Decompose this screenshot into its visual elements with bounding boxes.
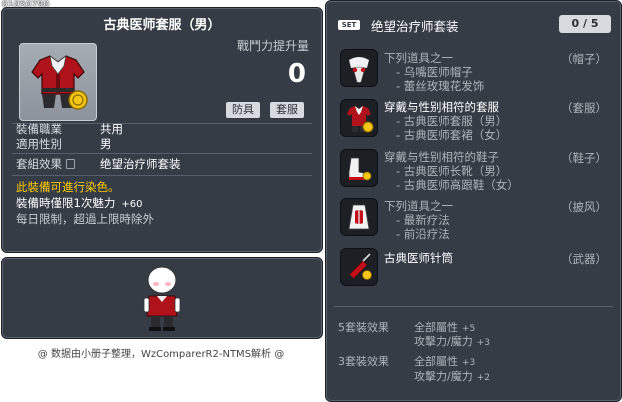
set-piece-option: - 古典医师套裙（女） [396,128,508,142]
divider [12,153,312,154]
set-effect-stat: 攻擊力/魔力 +3 [414,333,490,349]
set-piece-text: 下列道具之一 - 乌嘴医师帽子 - 蕾丝玫瑰花发饰 [384,51,484,93]
set-piece-head: 下列道具之一 [384,51,453,65]
set-piece-option: - 古典医师长靴（男） [396,164,508,178]
set-piece-category: （武器） [561,252,607,266]
set-piece-text: 穿戴与性别相符的鞋子 - 古典医师长靴（男） - 古典医师高跟鞋（女） [384,150,519,192]
set-name: 绝望治疗师套装 [371,19,459,34]
dye-notice: 此裝備可進行染色。 [16,180,120,194]
item-icon-frame [19,43,97,121]
divider [334,306,613,307]
gender-row: 適用性別 男 [16,136,112,152]
set-effect-count-label: 5套裝效果 [338,321,389,334]
power-value: 0 [287,59,306,89]
set-effect-stat: 全部屬性 +3 [414,353,475,369]
set-piece-icon-frame [340,49,378,87]
stat-value: +3 [462,358,476,368]
tag-armor: 防具 [226,102,260,118]
gender-label: 適用性別 [16,137,62,151]
limit-text: 每日限制，超過上限時除外 [16,212,154,226]
set-badge: SET [338,20,360,30]
set-piece-category: （套服） [561,101,607,115]
charm-value: +60 [121,199,143,210]
tag-overall: 套服 [270,102,304,118]
set-panel: SET 绝望治疗师套装 0 / 5 下列道具之一 - 乌嘴医师帽子 - 蕾丝玫瑰… [325,0,622,402]
set-count: 0 / 5 [559,15,611,33]
set-piece-option: - 古典医师套服（男） [396,114,508,128]
set-piece-head: 下列道具之一 [384,199,453,213]
set-piece-icon-frame [340,99,378,137]
set-piece-icon-frame [340,198,378,236]
set-piece-option: - 乌嘴医师帽子 [396,65,473,79]
set-piece-category: （鞋子） [561,151,607,165]
set-effect-row: 套組效果 绝望治疗师套装 [16,156,181,172]
set-piece-text: 穿戴与性别相符的套服 - 古典医师套服（男） - 古典医师套裙（女） [384,100,507,142]
power-label: 戰鬥力提升量 [236,39,309,53]
charm-text: 裝備時僅限1次魅力 [16,196,116,210]
set-piece-option: - 古典医师高跟鞋（女） [396,178,519,192]
cape-icon [348,204,370,230]
set-piece-icon-frame [340,248,378,286]
set-piece-head: 穿戴与性别相符的套服 [384,100,499,114]
set-effect-stat: 攻擊力/魔力 +2 [414,368,490,384]
set-piece-head: 古典医师针筒 [384,251,453,265]
job-value: 共用 [100,122,123,136]
set-piece-text: 下列道具之一 - 最新疗法 - 前沿疗法 [384,199,453,241]
set-piece-option: - 最新疗法 [396,213,450,227]
shoes-icon [348,157,372,181]
job-label: 裝備職業 [16,122,62,136]
set-piece-option: - 前沿疗法 [396,227,450,241]
plague-mask-icon [349,57,369,83]
lock-icon [66,159,75,169]
item-name: 古典医师套服（男） [103,18,221,33]
doctor-overall-icon [31,55,88,110]
set-piece-category: （披风） [561,200,607,214]
stat-value: +2 [476,373,490,383]
set-piece-head: 穿戴与性别相符的鞋子 [384,150,499,164]
stat-value: +3 [476,338,490,348]
set-piece-category: （帽子） [561,52,607,66]
set-piece-icon-frame [340,149,378,187]
credit-text: @ 数据由小册子整理，WzComparerR2-NTMS解析 @ [37,349,285,360]
item-tooltip: 古典医师套服（男） 戰鬥力提升量 0 防具 套服 裝備職業 共用 適用性別 男 套組… [1,7,323,253]
syringe-icon [346,253,372,280]
set-effect-label: 套組效果 [16,157,62,171]
overall-icon [347,106,374,133]
set-effect-count-label: 3套裝效果 [338,355,389,368]
stat-name: 攻擊力/魔力 [414,370,473,383]
stat-name: 全部屬性 [414,355,458,368]
set-effect-value: 绝望治疗师套装 [100,157,181,171]
gender-value: 男 [100,137,112,151]
set-piece-text: 古典医师针筒 [384,251,453,265]
divider [12,175,312,176]
stat-name: 攻擊力/魔力 [414,335,473,348]
set-piece-option: - 蕾丝玫瑰花发饰 [396,79,485,93]
avatar-preview [1,257,323,339]
avatar-sprite [143,266,181,331]
job-row: 裝備職業 共用 [16,121,123,137]
charm-line: 裝備時僅限1次魅力 +60 [16,195,142,211]
